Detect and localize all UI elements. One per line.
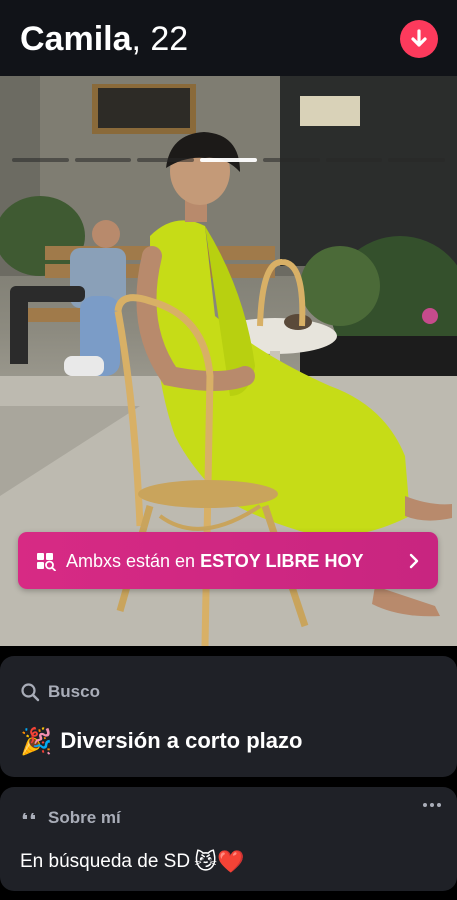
- looking-for-value-row: 🎉 Diversión a corto plazo: [20, 726, 302, 756]
- profile-name-age: Camila, 22: [20, 19, 188, 59]
- looking-for-label: Busco: [48, 682, 100, 701]
- photo-progress-segment-active: [200, 158, 257, 162]
- profile-name: Camila: [20, 20, 132, 58]
- party-popper-icon: 🎉: [20, 726, 53, 756]
- profile-age: , 22: [131, 20, 189, 58]
- photo-progress-segment: [388, 158, 446, 162]
- quote-icon: [22, 813, 35, 819]
- dot-icon: [423, 803, 427, 807]
- cat-heart-emoji-icon: 😼❤️: [194, 849, 245, 874]
- photo-progress: [12, 158, 446, 164]
- search-icon: [21, 683, 40, 702]
- chevron-right-icon: [409, 553, 419, 569]
- photo-progress-segment: [262, 158, 320, 162]
- profile-header: Camila, 22: [0, 0, 457, 76]
- banner-text: Ambxs están en ESTOY LIBRE HOY: [66, 551, 363, 571]
- looking-for-card: Busco 🎉 Diversión a corto plazo: [0, 656, 457, 777]
- arrow-down-icon: [411, 29, 427, 47]
- looking-for-value: Diversión a corto plazo: [60, 728, 303, 753]
- photo-progress-segment: [12, 158, 69, 162]
- photo-progress-segment: [325, 158, 383, 162]
- about-me-card: Sobre mí En búsqueda de SD 😼❤️: [0, 787, 457, 891]
- dot-icon: [430, 803, 434, 807]
- dot-icon: [437, 803, 441, 807]
- about-me-label: Sobre mí: [48, 808, 121, 827]
- photo-progress-segment: [74, 158, 132, 162]
- banner-prefix: Ambxs están en: [66, 551, 201, 571]
- estoy-libre-hoy-banner[interactable]: Ambxs están en ESTOY LIBRE HOY: [18, 532, 438, 589]
- about-me-text: En búsqueda de SD: [20, 851, 191, 872]
- banner-highlight: ESTOY LIBRE HOY: [200, 551, 364, 571]
- collapse-profile-button[interactable]: [400, 20, 438, 58]
- more-options-button[interactable]: [423, 803, 443, 811]
- group-search-icon: [37, 553, 56, 571]
- about-me-text-row: En búsqueda de SD 😼❤️: [20, 847, 244, 877]
- photo-progress-segment: [137, 158, 195, 162]
